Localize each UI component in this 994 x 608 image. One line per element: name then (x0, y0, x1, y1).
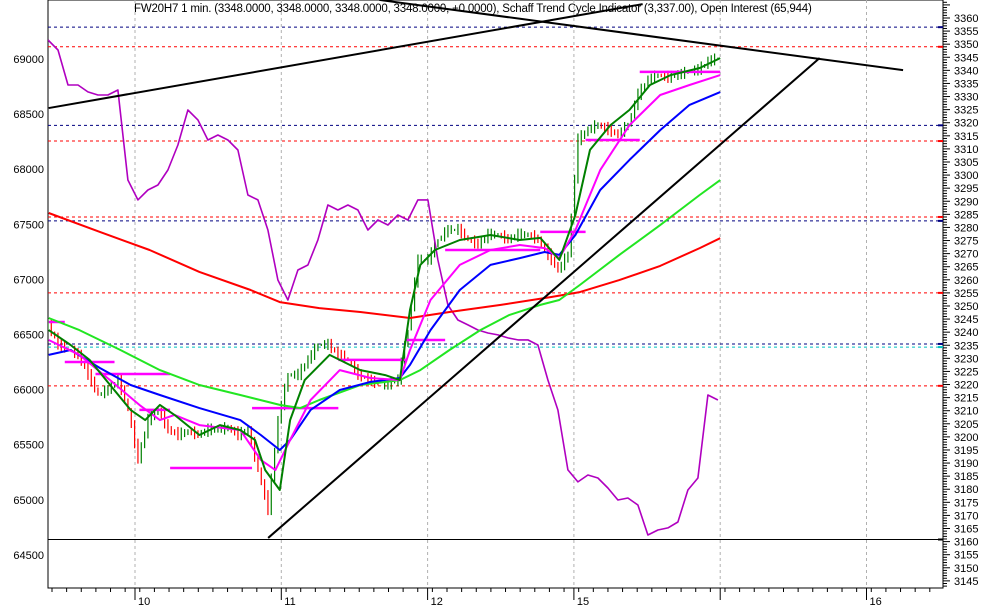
bottom-axis-label: 10 (138, 596, 150, 608)
right-axis-label: 3355 (954, 26, 978, 38)
right-axis-label: 3220 (954, 380, 978, 392)
right-axis-label: 3225 (954, 366, 978, 378)
right-axis-label: 3175 (954, 497, 978, 509)
right-axis-label: 3205 (954, 419, 978, 431)
right-axis-label: 3200 (954, 432, 978, 444)
right-axis-label: 3360 (954, 13, 978, 25)
right-axis-label: 3350 (954, 39, 978, 51)
right-axis-label: 3240 (954, 327, 978, 339)
right-axis-label: 3320 (954, 118, 978, 130)
right-axis-label: 3330 (954, 92, 978, 104)
bottom-axis-label: 11 (284, 596, 295, 608)
right-axis-label: 3345 (954, 52, 978, 64)
right-axis-label: 3210 (954, 406, 978, 418)
right-axis-label: 3290 (954, 196, 978, 208)
right-axis-label: 3310 (954, 144, 978, 156)
right-axis-label: 3160 (954, 537, 978, 549)
left-axis-label: 68000 (13, 164, 44, 176)
right-axis-label: 3185 (954, 471, 978, 483)
right-axis-label: 3195 (954, 445, 978, 457)
left-axis-label: 66000 (13, 385, 44, 397)
left-axis-label: 67000 (13, 274, 44, 286)
price-chart[interactable]: 336033553350334533403335 3330332533203315… (0, 0, 994, 608)
right-axis-label: 3280 (954, 222, 978, 234)
right-axis-label: 3255 (954, 288, 978, 300)
right-axis-label: 3260 (954, 275, 978, 287)
right-axis-label: 3155 (954, 550, 978, 562)
right-axis-label: 3215 (954, 393, 978, 405)
right-axis-label: 3150 (954, 563, 978, 575)
left-axis-label: 68500 (13, 109, 44, 121)
right-axis-label: 3190 (954, 458, 978, 470)
left-axis-label: 67500 (13, 219, 44, 231)
left-axis-label: 64500 (13, 550, 44, 562)
right-axis-label: 3180 (954, 484, 978, 496)
right-axis-label: 3285 (954, 209, 978, 221)
right-axis-label: 3275 (954, 236, 978, 248)
chart-title: FW20H7 1 min. (3348.0000, 3348.0000, 334… (134, 3, 812, 15)
right-axis-label: 3230 (954, 353, 978, 365)
plot-area (47, 0, 944, 589)
right-axis-label: 3305 (954, 157, 978, 169)
right-axis-label: 3340 (954, 65, 978, 77)
right-axis-label: 3300 (954, 170, 978, 182)
bottom-axis-label: 12 (431, 596, 443, 608)
bottom-axis-label: 16 (870, 596, 882, 608)
right-axis-label: 3235 (954, 340, 978, 352)
bottom-axis-label: 15 (577, 596, 589, 608)
left-axis-label: 65000 (13, 495, 44, 507)
right-axis-label: 3145 (954, 576, 978, 588)
chart-window: 3360 3355 3350 3345 3340 3335 3330 3325 3320 3315… (0, 0, 994, 608)
right-axis-label: 3315 (954, 131, 978, 143)
left-axis-label: 65500 (13, 440, 44, 452)
left-axis-label: 66500 (13, 330, 44, 342)
right-axis-label: 3295 (954, 183, 978, 195)
right-axis-label: 3270 (954, 249, 978, 261)
right-axis-label: 3265 (954, 262, 978, 274)
right-axis-label: 3165 (954, 524, 978, 536)
right-axis-label: 3245 (954, 314, 978, 326)
right-axis-label: 3335 (954, 78, 978, 90)
right-axis-label: 3325 (954, 105, 978, 117)
left-axis-label: 69000 (13, 54, 44, 66)
right-axis-label: 3250 (954, 301, 978, 313)
right-axis-label: 3170 (954, 510, 978, 522)
